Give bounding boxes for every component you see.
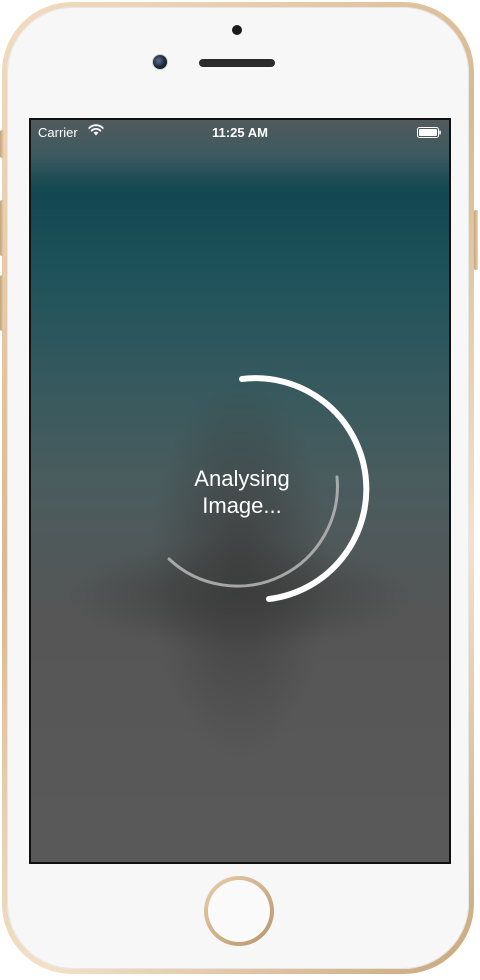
power-button [474, 210, 478, 270]
home-button[interactable] [204, 876, 274, 946]
volume-up-button [0, 200, 4, 256]
loading-line-2: Image... [202, 493, 282, 518]
earpiece-speaker [199, 59, 275, 67]
loading-line-1: Analysing [194, 466, 290, 491]
screen: Carrier 11:25 AM Analysing Image... [29, 118, 451, 864]
volume-down-button [0, 275, 4, 331]
proximity-sensor [232, 25, 242, 35]
loading-message: Analysing Image... [142, 465, 342, 519]
front-camera-icon [153, 55, 167, 69]
silent-switch [0, 130, 4, 158]
